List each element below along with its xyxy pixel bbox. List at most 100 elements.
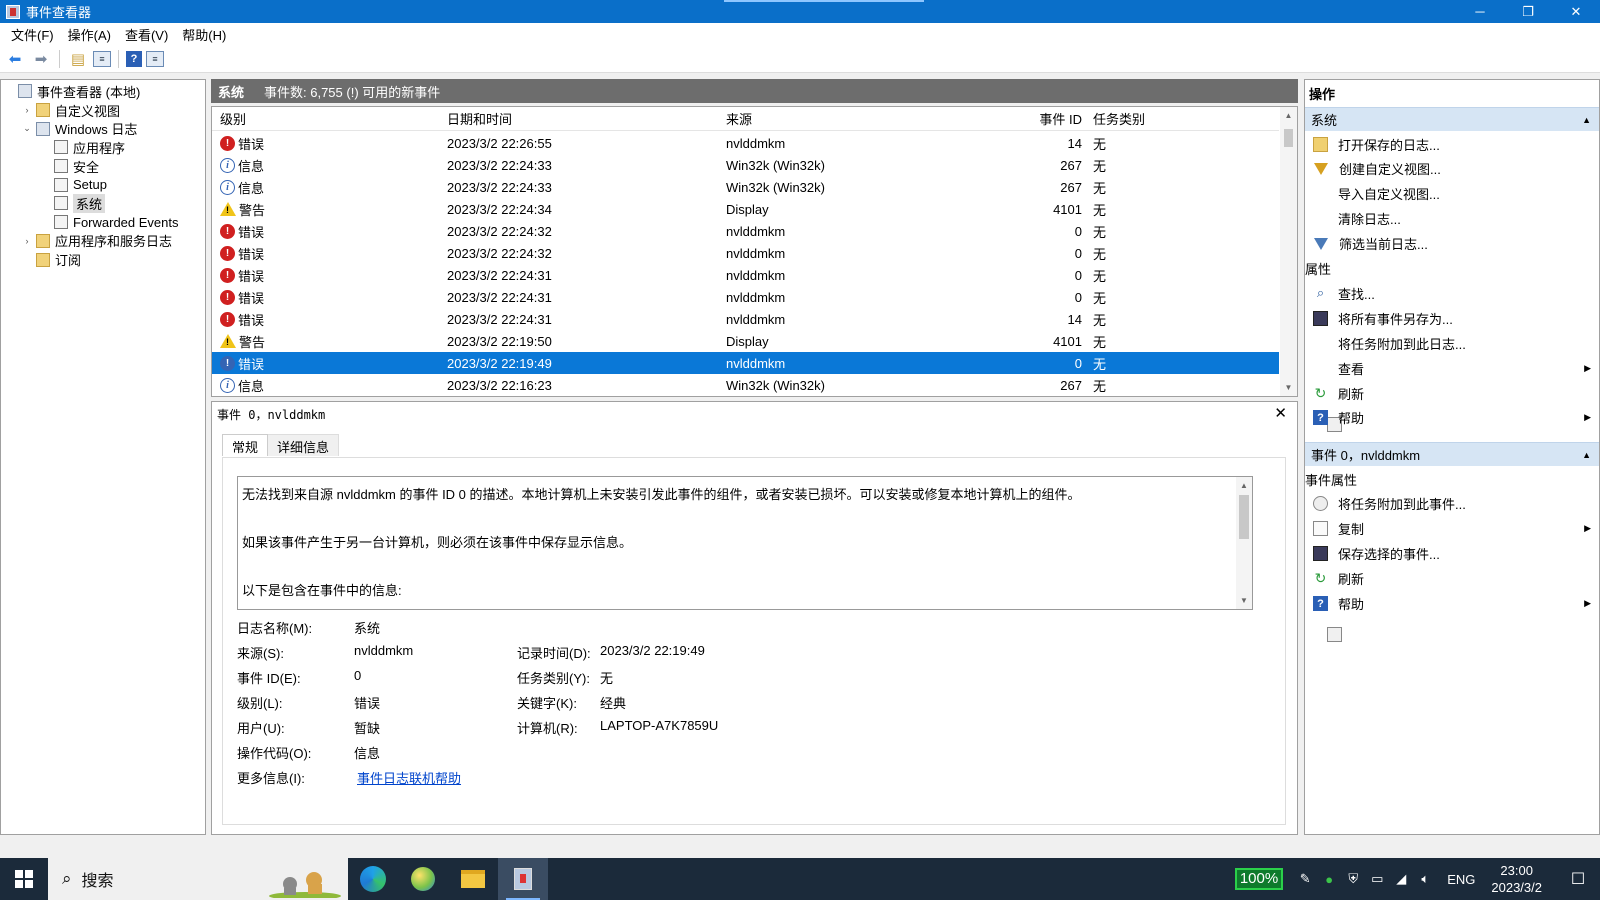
tab-general[interactable]: 常规 — [222, 434, 269, 456]
event-id-cell: 0 — [1074, 355, 1082, 371]
tree-item[interactable]: › 应用程序和服务日志 — [1, 232, 205, 251]
action-item[interactable]: 复制 ▶ — [1305, 517, 1599, 541]
event-row[interactable]: ! 错误 2023/3/2 22:19:49 nvlddmkm 0 无 — [212, 352, 1279, 374]
action-item[interactable]: ? 帮助 ▶ — [1305, 406, 1599, 430]
event-row[interactable]: ! 错误 2023/3/2 22:24:31 nvlddmkm 0 无 — [212, 286, 1279, 308]
action-item[interactable]: 创建自定义视图... — [1305, 157, 1599, 181]
online-help-link[interactable]: 事件日志联机帮助 — [357, 768, 461, 787]
scroll-thumb[interactable] — [1239, 495, 1249, 539]
battery-icon[interactable]: ▭ — [1365, 871, 1389, 887]
menu-action[interactable]: 操作(A) — [61, 25, 118, 44]
taskbar-event-viewer[interactable] — [498, 858, 548, 900]
start-button[interactable] — [0, 858, 48, 900]
events-scrollbar[interactable]: ▲ ▼ — [1280, 107, 1297, 396]
action-item[interactable]: ⌕ 查找... — [1305, 281, 1599, 305]
tree-item[interactable]: Forwarded Events — [1, 213, 205, 232]
event-row[interactable]: i 信息 2023/3/2 22:24:33 Win32k (Win32k) 267 无 — [212, 176, 1279, 198]
tree-item[interactable]: ⌄ Windows 日志 — [1, 119, 205, 138]
event-row[interactable]: i 信息 2023/3/2 22:24:33 Win32k (Win32k) 267 无 — [212, 154, 1279, 176]
tree-item[interactable]: 系统 — [1, 193, 205, 213]
event-row[interactable]: ! 错误 2023/3/2 22:26:55 nvlddmkm 14 无 — [212, 132, 1279, 154]
pen-icon[interactable]: ✎ — [1293, 871, 1317, 887]
column-source[interactable]: 来源 — [726, 109, 752, 128]
event-row[interactable]: ! 错误 2023/3/2 22:24:31 nvlddmkm 14 无 — [212, 308, 1279, 330]
taskbar-file-explorer[interactable] — [448, 858, 498, 900]
actions-section-log[interactable]: 系统 ▲ — [1305, 107, 1599, 131]
tab-details[interactable]: 详细信息 — [268, 434, 340, 456]
column-task-category[interactable]: 任务类别 — [1093, 109, 1145, 128]
tree-item[interactable]: 应用程序 — [1, 138, 205, 157]
column-event-id[interactable]: 事件 ID — [982, 109, 1082, 128]
event-row[interactable]: ! 错误 2023/3/2 22:24:32 nvlddmkm 0 无 — [212, 220, 1279, 242]
scroll-up-arrow-icon[interactable]: ▲ — [1280, 107, 1297, 124]
show-action-pane-icon[interactable]: ≡ — [146, 50, 164, 67]
taskbar-search[interactable]: ⌕ 搜索 — [48, 858, 348, 900]
wifi-icon[interactable]: ◢ — [1389, 871, 1413, 887]
event-row[interactable]: i 信息 2023/3/2 22:16:23 Win32k (Win32k) 267 无 — [212, 374, 1279, 396]
tree-expander-icon[interactable]: › — [21, 105, 33, 115]
clock[interactable]: 23:00 2023/3/2 — [1491, 862, 1542, 896]
tree-item[interactable]: Setup — [1, 175, 205, 194]
description-scrollbar[interactable]: ▲ ▼ — [1236, 477, 1252, 609]
action-item[interactable]: ? 帮助 ▶ — [1305, 592, 1599, 616]
show-hide-tree-icon[interactable]: ≡ — [93, 50, 111, 67]
tree-expander-icon[interactable]: › — [21, 236, 33, 246]
tree-expander-icon[interactable]: ⌄ — [21, 123, 33, 134]
taskbar-edge[interactable] — [348, 858, 398, 900]
action-item[interactable]: 打开保存的日志... — [1305, 132, 1599, 156]
menu-view[interactable]: 查看(V) — [118, 25, 175, 44]
clock-time: 23:00 — [1500, 863, 1533, 878]
input-language[interactable]: ENG — [1447, 872, 1475, 887]
event-task-cell: 无 — [1093, 246, 1107, 262]
help-icon[interactable]: ? — [126, 50, 142, 67]
menu-help[interactable]: 帮助(H) — [175, 25, 233, 44]
restore-button[interactable]: ❐ — [1504, 0, 1552, 23]
close-window-button[interactable]: ✕ — [1552, 0, 1600, 23]
tree-item[interactable]: 安全 — [1, 157, 205, 176]
event-row[interactable]: ! 警告 2023/3/2 22:24:34 Display 4101 无 — [212, 198, 1279, 220]
collapse-caret-icon[interactable]: ▲ — [1582, 115, 1591, 125]
battery-percent[interactable]: 100% — [1234, 868, 1284, 890]
collapse-caret-icon[interactable]: ▲ — [1582, 450, 1591, 460]
actions-section-event[interactable]: 事件 0，nvlddmkm ▲ — [1305, 442, 1599, 466]
action-item[interactable]: 将任务附加到此事件... — [1305, 492, 1599, 516]
action-item[interactable]: 保存选择的事件... — [1305, 542, 1599, 566]
back-arrow-icon[interactable]: ⬅ — [4, 48, 26, 70]
close-detail-icon[interactable]: ✕ — [1274, 404, 1287, 422]
event-row[interactable]: ! 错误 2023/3/2 22:24:31 nvlddmkm 0 无 — [212, 264, 1279, 286]
scroll-down-arrow-icon[interactable]: ▼ — [1280, 379, 1297, 396]
minimize-button[interactable]: ─ — [1456, 0, 1504, 23]
scroll-down-arrow-icon[interactable]: ▼ — [1236, 592, 1252, 609]
column-level[interactable]: 级别 — [220, 109, 246, 128]
action-item[interactable]: 清除日志... — [1305, 207, 1599, 231]
tree-item[interactable]: › 自定义视图 — [1, 101, 205, 120]
volume-icon[interactable]: 🔈︎ — [1413, 871, 1437, 887]
menu-file[interactable]: 文件(F) — [4, 25, 61, 44]
column-date[interactable]: 日期和时间 — [447, 109, 512, 128]
tree-item[interactable]: 事件查看器 (本地) — [1, 82, 205, 101]
action-item[interactable]: 导入自定义视图... — [1305, 182, 1599, 206]
taskbar-app-ball[interactable] — [398, 858, 448, 900]
action-item[interactable]: 筛选当前日志... — [1305, 232, 1599, 256]
action-item[interactable]: 将所有事件另存为... — [1305, 306, 1599, 330]
action-item[interactable]: 属性 — [1305, 257, 1599, 432]
scroll-thumb[interactable] — [1284, 129, 1293, 147]
event-row[interactable]: ! 警告 2023/3/2 22:19:50 Display 4101 无 — [212, 330, 1279, 352]
save-icon — [1313, 310, 1328, 326]
scroll-up-arrow-icon[interactable]: ▲ — [1236, 477, 1252, 494]
notification-icon[interactable]: ☐ — [1556, 869, 1600, 889]
tree-item-label: Setup — [73, 177, 107, 193]
event-description[interactable]: 无法找到来自源 nvlddmkm 的事件 ID 0 的描述。本地计算机上未安装引… — [237, 476, 1253, 610]
action-item[interactable]: ↻ 刷新 — [1305, 567, 1599, 591]
green-app-icon[interactable]: ● — [1317, 872, 1341, 887]
forward-arrow-icon[interactable]: ➡ — [30, 48, 52, 70]
event-row[interactable]: ! 错误 2023/3/2 22:24:32 nvlddmkm 0 无 — [212, 242, 1279, 264]
action-item[interactable]: ↻ 刷新 — [1305, 381, 1599, 405]
action-item[interactable]: 事件属性 — [1305, 467, 1599, 642]
warning-icon: ! — [220, 202, 236, 216]
tree-item[interactable]: 订阅 — [1, 250, 205, 269]
up-folder-icon[interactable]: ▤ — [67, 48, 89, 70]
action-item[interactable]: 将任务附加到此日志... — [1305, 331, 1599, 355]
shield-icon[interactable]: ⛨ — [1341, 871, 1365, 887]
action-item[interactable]: 查看 ▶ — [1305, 356, 1599, 380]
